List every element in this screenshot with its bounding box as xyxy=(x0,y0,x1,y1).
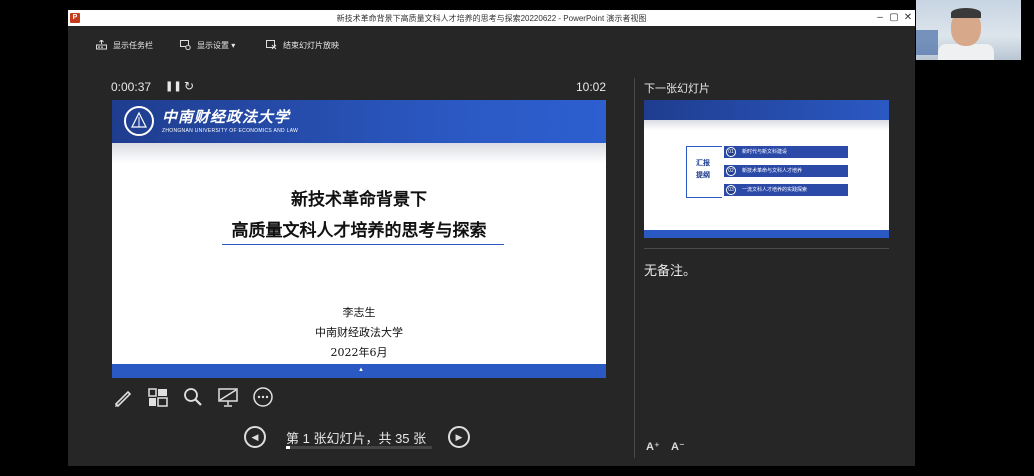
next-slide-gradient xyxy=(644,120,889,130)
university-logo-text: 中南财经政法大学 xyxy=(162,108,291,126)
show-taskbar-button[interactable]: 显示任务栏 xyxy=(96,39,153,52)
presenter-toolbar: 显示任务栏 显示设置 ▾ 结束幻灯片放映 xyxy=(68,26,915,66)
display-settings-label: 显示设置 ▾ xyxy=(197,41,236,51)
zoom-magnifier-icon[interactable] xyxy=(182,386,204,408)
end-show-icon xyxy=(266,40,277,52)
taskbar-icon xyxy=(96,39,107,52)
outline-item-number: 02 xyxy=(726,166,736,176)
current-slide[interactable]: 中南财经政法大学 ZHONGNAN UNIVERSITY OF ECONOMIC… xyxy=(112,100,606,378)
slide-counter: 第 1 张幻灯片，共 35 张 xyxy=(286,431,427,446)
display-settings-icon xyxy=(180,40,191,52)
outline-item-text: 一流文科人才培养的实践探索 xyxy=(742,187,808,193)
outline-item-number: 01 xyxy=(726,147,736,157)
slide-progress-bar xyxy=(286,446,432,449)
title-bar: P 新技术革命背景下高质量文科人才培养的思考与探索20220622 - Powe… xyxy=(68,10,915,26)
university-emblem xyxy=(124,106,154,136)
slide-header-banner: 中南财经政法大学 ZHONGNAN UNIVERSITY OF ECONOMIC… xyxy=(112,100,606,143)
slide-institution: 中南财经政法大学 xyxy=(315,326,403,339)
title-underline xyxy=(222,244,504,245)
window-title: 新技术革命背景下高质量文科人才培养的思考与探索20220622 - PowerP… xyxy=(336,14,647,23)
university-logo-subtitle: ZHONGNAN UNIVERSITY OF ECONOMICS AND LAW xyxy=(162,128,299,134)
next-slide-footer-bar xyxy=(644,230,889,238)
show-taskbar-label: 显示任务栏 xyxy=(113,41,153,51)
restart-timer-button[interactable]: ↻ xyxy=(184,79,194,93)
previous-slide-button[interactable]: ◀ xyxy=(244,426,266,448)
pen-tool-icon[interactable] xyxy=(112,386,134,408)
outline-item-number: 03 xyxy=(726,185,736,195)
slide-title-line1: 新技术革命背景下 xyxy=(291,190,427,210)
end-slideshow-label: 结束幻灯片放映 xyxy=(283,41,339,51)
outline-item: 03 一流文科人才培养的实践探索 xyxy=(724,184,848,196)
outline-item-text: 新时代与新文科建设 xyxy=(742,149,788,155)
decrease-font-button[interactable]: A⁻ xyxy=(671,440,685,453)
notes-divider xyxy=(644,248,889,249)
outline-item-text: 新技术革命与文科人才培养 xyxy=(742,168,803,174)
increase-font-button[interactable]: A⁺ xyxy=(646,440,660,453)
current-time: 10:02 xyxy=(576,80,607,94)
outline-item: 02 新技术革命与文科人才培养 xyxy=(724,165,848,177)
black-screen-icon[interactable] xyxy=(217,386,239,408)
more-options-icon[interactable] xyxy=(252,386,274,408)
next-slide-button[interactable]: ▶ xyxy=(448,426,470,448)
close-button[interactable]: ✕ xyxy=(900,10,916,26)
background-chairs xyxy=(916,30,938,55)
pause-timer-button[interactable]: ❚❚ xyxy=(165,81,182,92)
presenter-shirt xyxy=(938,44,994,60)
outline-heading: 汇报提纲 xyxy=(696,160,710,179)
slide-header-gradient xyxy=(112,143,606,163)
next-slide-banner xyxy=(644,100,889,120)
next-slide-label: 下一张幻灯片 xyxy=(644,83,710,95)
presenter-view-window: P 新技术革命背景下高质量文科人才培养的思考与探索20220622 - Powe… xyxy=(68,10,915,466)
slide-author: 李志生 xyxy=(342,306,376,319)
elapsed-timer: 0:00:37 xyxy=(111,80,152,94)
slide-title-line2: 高质量文科人才培养的思考与探索 xyxy=(231,221,487,241)
footer-mark: ▲ xyxy=(358,367,364,373)
next-slide-preview[interactable]: 汇报提纲 01 新时代与新文科建设 02 新技术革命与文科人才培养 03 一流文… xyxy=(644,100,889,238)
see-all-slides-icon[interactable] xyxy=(147,386,169,408)
presenter-hair xyxy=(951,8,981,18)
slide-progress-fill xyxy=(286,446,291,449)
slide-date: 2022年6月 xyxy=(330,346,388,359)
display-settings-button[interactable]: 显示设置 ▾ xyxy=(180,40,235,52)
end-slideshow-button[interactable]: 结束幻灯片放映 xyxy=(266,40,339,52)
speaker-notes[interactable]: 无备注。 xyxy=(644,260,696,279)
outline-item: 01 新时代与新文科建设 xyxy=(724,146,848,158)
slide-footer-bar: ▲ xyxy=(112,364,606,378)
pane-divider[interactable] xyxy=(634,78,635,458)
webcam-video-feed xyxy=(916,0,1021,60)
